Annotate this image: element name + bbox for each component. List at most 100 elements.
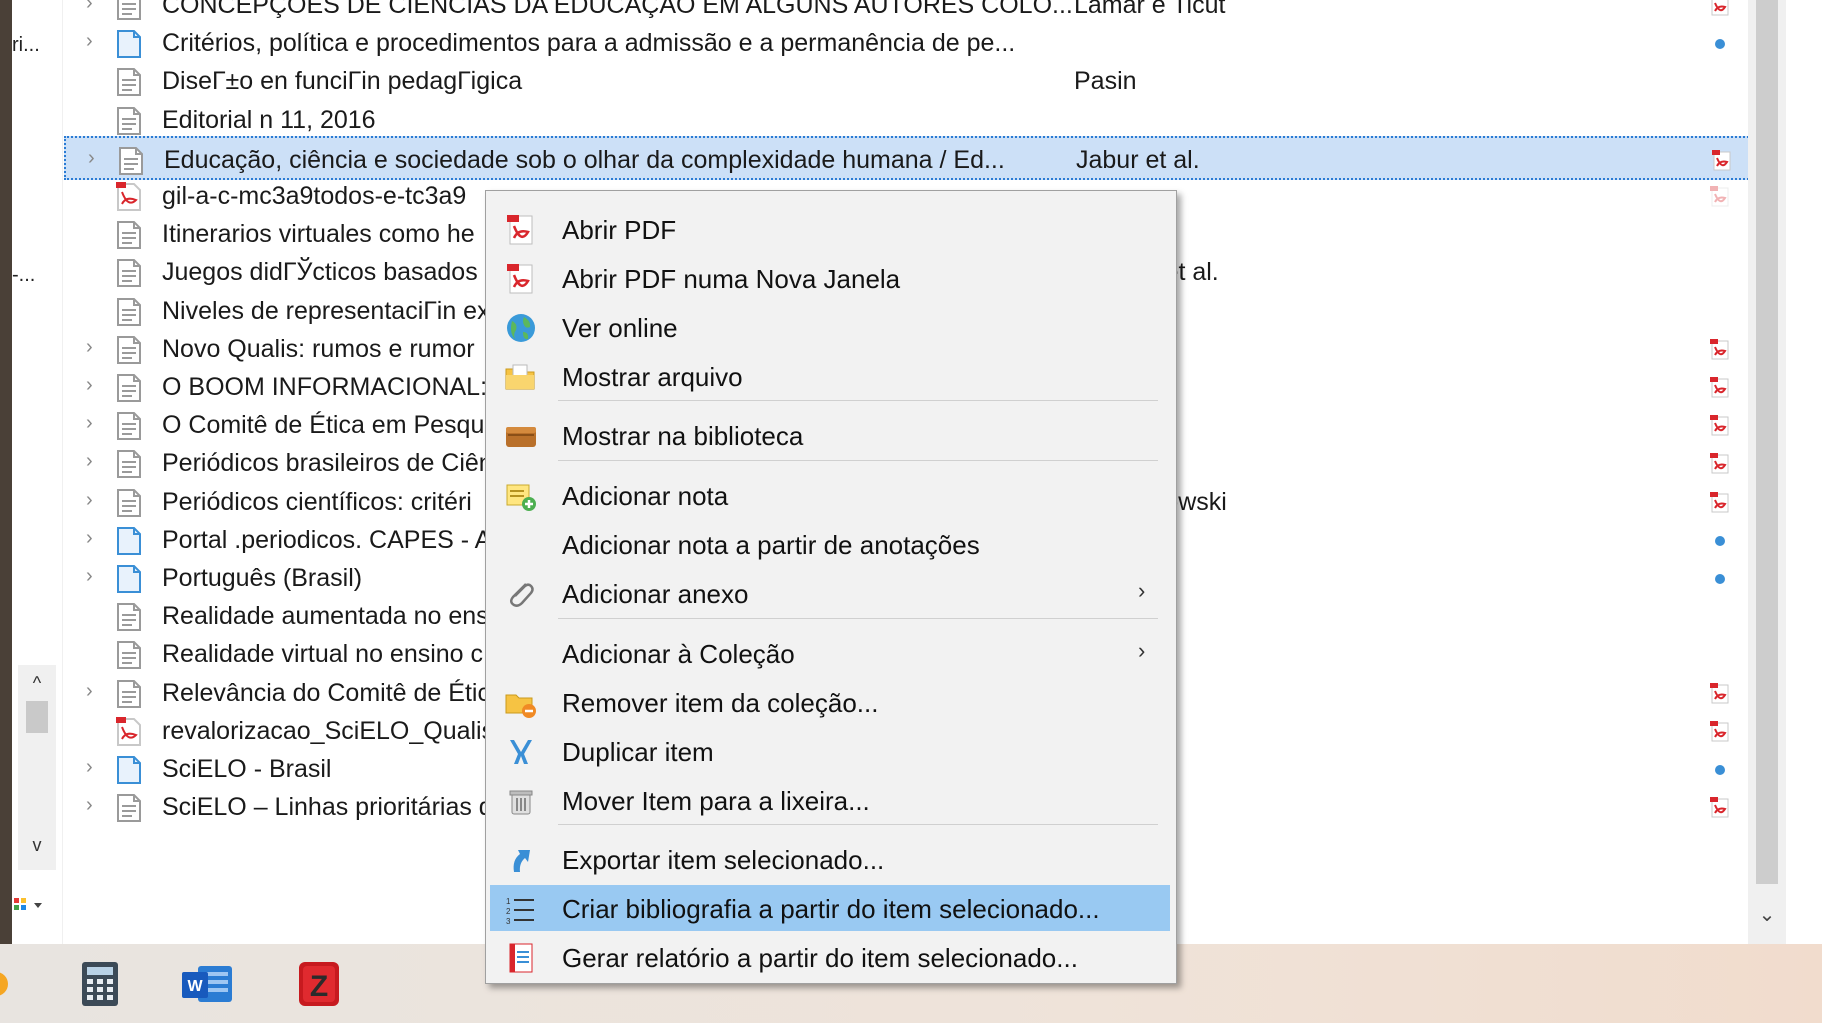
menu-separator [558, 824, 1158, 825]
scroll-thumb[interactable] [1756, 0, 1778, 884]
pdf-icon[interactable] [1710, 721, 1730, 743]
dot-icon[interactable] [1710, 568, 1730, 590]
chevron-right-icon[interactable]: › [86, 412, 106, 436]
pdf-icon[interactable] [1710, 415, 1730, 437]
menu-separator [558, 618, 1158, 619]
chevron-right-icon[interactable]: › [86, 450, 106, 474]
items-scrollbar[interactable]: ⌄ [1748, 0, 1786, 944]
dot-icon[interactable] [1710, 33, 1730, 55]
document-icon [116, 67, 142, 97]
document-icon [116, 488, 142, 518]
collections-pane: ri... -... ^ v [12, 0, 63, 944]
menu-item-criar-bibliografia-a-partir-do-item-selecionado[interactable]: 1 2 3 Criar bibliografia a partir do item s… [490, 885, 1170, 931]
menu-item-label: Adicionar nota a partir de anotações [562, 530, 980, 560]
item-creator: Pasin [1074, 67, 1137, 95]
svg-text:Z: Z [310, 970, 328, 1003]
document-icon [116, 220, 142, 250]
word-icon[interactable]: W [180, 960, 232, 1008]
webpage-icon [116, 564, 142, 594]
table-row[interactable]: DiseГ±o en funciГіn pedagГіgica Pasin [64, 59, 1752, 103]
library-icon [504, 420, 538, 452]
menu-item-abrir-pdf-numa-nova-janela[interactable]: Abrir PDF numa Nova Janela [490, 255, 1170, 301]
scroll-down-arrow[interactable]: v [18, 835, 56, 856]
menu-item-exportar-item-selecionado[interactable]: Exportar item selecionado... [490, 836, 1170, 882]
pdf-faded-icon[interactable] [1710, 186, 1730, 208]
item-context-menu: Abrir PDF Abrir PDF numa Nova Janela Ver o… [485, 190, 1177, 984]
document-icon [116, 258, 142, 288]
chevron-right-icon[interactable]: › [86, 30, 106, 54]
menu-item-adicionar-anexo[interactable]: Adicionar anexo › [490, 570, 1170, 616]
chevron-right-icon[interactable]: › [86, 489, 106, 513]
dot-icon[interactable] [1710, 530, 1730, 552]
chevron-right-icon: › [1138, 578, 1146, 603]
menu-item-label: Abrir PDF numa Nova Janela [562, 264, 901, 294]
scroll-up-arrow[interactable]: ^ [18, 673, 56, 694]
menu-item-adicionar-a-colecao[interactable]: Adicionar à Coleção › [490, 630, 1170, 676]
menu-item-mostrar-arquivo[interactable]: Mostrar arquivo [490, 353, 1170, 399]
folder-remove-icon [504, 687, 538, 719]
document-icon [116, 373, 142, 403]
svg-text:2: 2 [506, 907, 511, 916]
menu-item-abrir-pdf[interactable]: Abrir PDF [490, 206, 1170, 252]
scroll-down-arrow[interactable]: ⌄ [1748, 902, 1786, 927]
webpage-icon [116, 29, 142, 59]
collection-label-truncated[interactable]: ri... [12, 34, 40, 57]
zotero-icon[interactable]: Z [295, 960, 343, 1008]
menu-item-adicionar-nota-a-partir-de-anotacoes[interactable]: Adicionar nota a partir de anotações [490, 521, 1170, 567]
dot-icon[interactable] [1710, 759, 1730, 781]
document-icon [116, 640, 142, 670]
trash-icon [504, 785, 538, 817]
pdf-icon[interactable] [1710, 683, 1730, 705]
chevron-right-icon[interactable]: › [86, 794, 106, 818]
item-title: Educação, ciência e sociedade sob o olha… [164, 146, 1005, 174]
pdf-icon[interactable] [1710, 0, 1730, 17]
color-tag-icon[interactable] [12, 895, 52, 922]
menu-separator [558, 400, 1158, 401]
item-title: Relevância do Comitê de Étic [162, 679, 490, 707]
menu-item-label: Adicionar à Coleção [562, 639, 795, 669]
chevron-right-icon[interactable]: › [86, 336, 106, 360]
menu-item-adicionar-nota[interactable]: Adicionar nota [490, 472, 1170, 518]
svg-text:W: W [187, 978, 203, 995]
item-title: Português (Brasil) [162, 564, 363, 592]
partial-app-icon[interactable] [0, 960, 30, 1008]
pdf-icon[interactable] [1710, 339, 1730, 361]
document-icon [116, 411, 142, 441]
item-title: Realidade aumentada no ens [162, 602, 489, 630]
menu-item-mostrar-na-biblioteca[interactable]: Mostrar na biblioteca [490, 412, 1170, 458]
pdf-icon[interactable] [1710, 492, 1730, 514]
calculator-icon[interactable] [76, 960, 124, 1008]
menu-item-label: Ver online [562, 313, 678, 343]
pdf-icon[interactable] [1710, 797, 1730, 819]
item-title: Novo Qualis: rumos e rumor [162, 335, 475, 363]
menu-separator [558, 460, 1158, 461]
chevron-right-icon[interactable]: › [86, 0, 106, 16]
chevron-right-icon[interactable]: › [86, 565, 106, 589]
chevron-right-icon[interactable]: › [86, 374, 106, 398]
item-title: revalorizacao_SciELO_Qualis. [162, 717, 502, 745]
document-icon [116, 297, 142, 327]
menu-item-gerar-relatorio-a-partir-do-item-selecionado[interactable]: Gerar relatório a partir do item selecio… [490, 934, 1170, 980]
chevron-right-icon[interactable]: › [88, 147, 108, 171]
menu-item-remover-item-da-colecao[interactable]: Remover item da coleção... [490, 679, 1170, 725]
menu-item-duplicar-item[interactable]: Duplicar item [490, 728, 1170, 774]
chevron-right-icon[interactable]: › [86, 756, 106, 780]
item-title: Juegos didГЎcticos basados [162, 258, 478, 286]
paperclip-icon [504, 578, 538, 610]
scroll-thumb[interactable] [26, 701, 48, 733]
menu-item-ver-online[interactable]: Ver online [490, 304, 1170, 350]
menu-item-mover-item-para-a-lixeira[interactable]: Mover Item para a lixeira... [490, 777, 1170, 823]
pdf-icon[interactable] [1710, 377, 1730, 399]
pdf-icon[interactable] [1712, 150, 1732, 172]
chevron-right-icon[interactable]: › [86, 527, 106, 551]
menu-item-label: Gerar relatório a partir do item selecio… [562, 943, 1078, 973]
collections-scrollbar[interactable]: ^ v [18, 665, 56, 870]
menu-item-label: Abrir PDF [562, 215, 677, 245]
item-title: Editorial n 11, 2016 [162, 106, 376, 134]
item-title: O Comitê de Ética em Pesqu [162, 411, 485, 439]
collection-label-truncated[interactable]: -... [12, 264, 35, 287]
document-icon [116, 793, 142, 823]
pdf-icon[interactable] [1710, 453, 1730, 475]
document-icon [118, 146, 144, 176]
chevron-right-icon[interactable]: › [86, 680, 106, 704]
